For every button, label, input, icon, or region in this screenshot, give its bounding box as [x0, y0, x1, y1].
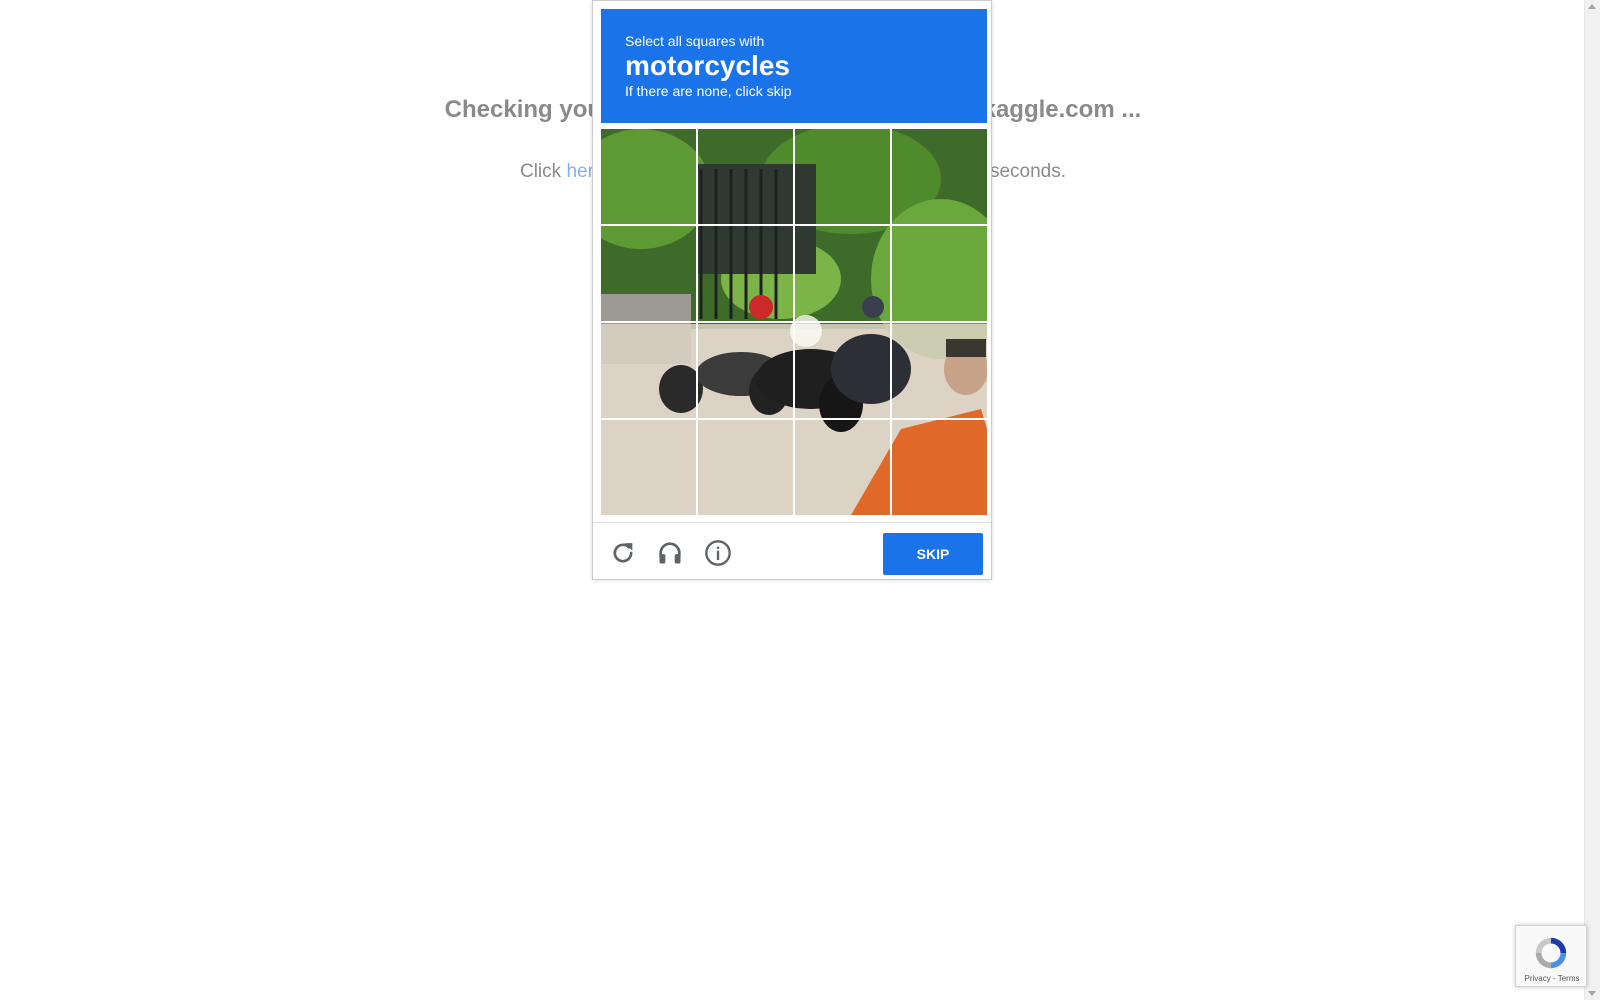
- captcha-tile-image: [698, 420, 793, 515]
- captcha-tile-image: [698, 323, 793, 418]
- captcha-tile-image: [795, 420, 890, 515]
- captcha-challenge: Select all squares with motorcycles If t…: [592, 0, 992, 580]
- captcha-target: motorcycles: [625, 50, 790, 81]
- redirect-text-before: Click: [519, 161, 567, 182]
- captcha-tile[interactable]: [698, 129, 793, 224]
- captcha-tile-image: [892, 226, 987, 321]
- captcha-tile[interactable]: [601, 226, 696, 321]
- vertical-scrollbar[interactable]: [1584, 0, 1600, 1000]
- recaptcha-logo-icon: [1535, 937, 1567, 969]
- page: Checking your browser before accessing w…: [0, 0, 1600, 1000]
- captcha-tile[interactable]: [892, 129, 987, 224]
- badge-privacy-terms[interactable]: Privacy - Terms: [1516, 974, 1588, 983]
- captcha-tile[interactable]: [698, 323, 793, 418]
- captcha-tile[interactable]: [698, 420, 793, 515]
- captcha-tile-image: [795, 323, 890, 418]
- captcha-tile[interactable]: [892, 226, 987, 321]
- captcha-tile[interactable]: [795, 129, 890, 224]
- recaptcha-badge[interactable]: Privacy - Terms: [1515, 925, 1587, 987]
- captcha-tile-image: [698, 226, 793, 321]
- captcha-tile-image: [601, 420, 696, 515]
- captcha-image-grid: [601, 129, 987, 515]
- captcha-tile-image: [601, 129, 696, 224]
- captcha-tile-image: [892, 323, 987, 418]
- captcha-tile[interactable]: [795, 323, 890, 418]
- captcha-tile[interactable]: [795, 420, 890, 515]
- captcha-tile-image: [601, 226, 696, 321]
- captcha-tile-image: [795, 129, 890, 224]
- captcha-instruction: Select all squares with: [625, 33, 765, 49]
- captcha-tile-image: [795, 226, 890, 321]
- reload-icon[interactable]: [609, 539, 637, 567]
- captcha-tile[interactable]: [601, 323, 696, 418]
- headphones-icon[interactable]: [656, 539, 684, 567]
- captcha-tile[interactable]: [892, 420, 987, 515]
- scroll-down-arrow-icon[interactable]: [1588, 991, 1596, 996]
- captcha-tile[interactable]: [601, 420, 696, 515]
- captcha-header: Select all squares with motorcycles If t…: [601, 9, 987, 123]
- captcha-tile-image: [892, 420, 987, 515]
- captcha-tile[interactable]: [698, 226, 793, 321]
- captcha-tile[interactable]: [601, 129, 696, 224]
- scroll-up-arrow-icon[interactable]: [1588, 4, 1596, 9]
- skip-button[interactable]: SKIP: [883, 533, 983, 575]
- captcha-tile[interactable]: [892, 323, 987, 418]
- captcha-tile-image: [892, 129, 987, 224]
- captcha-tile[interactable]: [795, 226, 890, 321]
- captcha-tile-image: [601, 323, 696, 418]
- captcha-tile-image: [698, 129, 793, 224]
- captcha-footer: SKIP: [593, 522, 991, 579]
- captcha-hint: If there are none, click skip: [625, 83, 792, 99]
- info-icon[interactable]: [704, 539, 732, 567]
